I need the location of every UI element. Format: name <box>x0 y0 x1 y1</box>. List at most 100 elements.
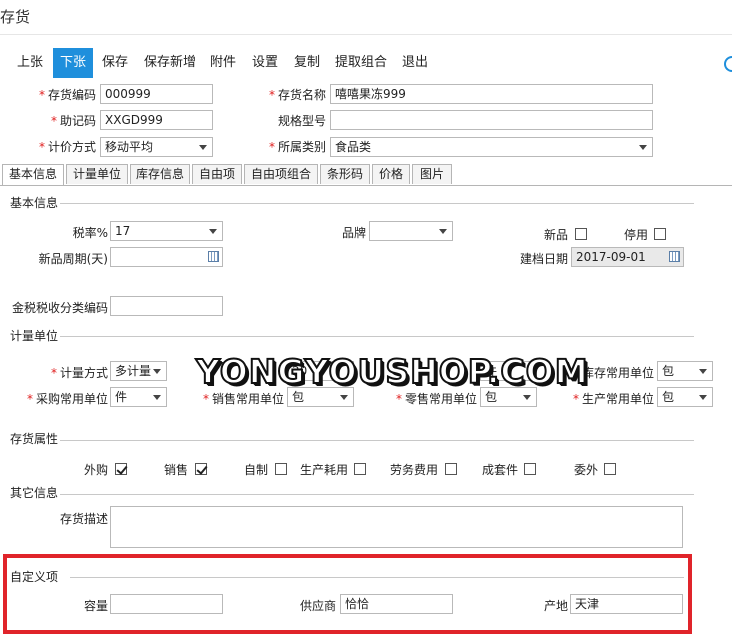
attr-labor-label: 劳务费用 <box>389 463 438 477</box>
tax-rate-select[interactable]: 17 <box>110 221 223 241</box>
attr-kit-checkbox[interactable] <box>524 463 536 475</box>
attachment-button[interactable]: 附件 <box>204 48 242 78</box>
sales-unit-label: * 销售常用单位 <box>202 392 284 406</box>
section-divider <box>60 203 694 204</box>
chevron-down-icon <box>153 369 161 374</box>
new-product-checkbox[interactable] <box>575 228 587 240</box>
new-product-label: 新品 <box>543 228 568 242</box>
supplier-input[interactable]: 恰恰 <box>340 594 453 614</box>
chevron-down-icon <box>439 229 447 234</box>
brand-select[interactable] <box>369 221 453 241</box>
new-cycle-input[interactable] <box>110 247 223 267</box>
attr-sales-label: 销售 <box>163 463 188 477</box>
chevron-down-icon <box>523 395 531 400</box>
attr-kit-label: 成套件 <box>481 463 518 477</box>
tab-stock-info[interactable]: 库存信息 <box>130 164 190 184</box>
attr-purchase-checkbox[interactable] <box>115 463 128 475</box>
next-button[interactable]: 下张 <box>53 48 93 78</box>
checkmark-icon <box>116 463 128 475</box>
tab-units[interactable]: 计量单位 <box>66 164 128 184</box>
category-select[interactable]: 食品类 <box>330 137 653 157</box>
attr-purchase-label: 外购 <box>83 463 108 477</box>
section-basic-title: 基本信息 <box>10 196 59 210</box>
origin-label: 产地 <box>543 599 568 613</box>
section-unit-title: 计量单位 <box>10 329 59 343</box>
prev-button[interactable]: 上张 <box>8 48 52 78</box>
chevron-down-icon <box>153 395 161 400</box>
calendar-icon[interactable] <box>208 251 219 262</box>
purchase-unit-select[interactable]: 件 <box>110 387 167 407</box>
mnemonic-label: * 助记码 <box>50 114 96 128</box>
tab-bar: 基本信息 计量单位 库存信息 自由项 自由项组合 条形码 价格 图片 <box>0 163 732 186</box>
watermark-logo: YONGYOUSHOP.COM <box>195 351 589 392</box>
tab-images[interactable]: 图片 <box>412 164 452 184</box>
attr-production-checkbox[interactable] <box>354 463 366 475</box>
tab-price[interactable]: 价格 <box>372 164 410 184</box>
code-label: * 存货编码 <box>38 88 96 102</box>
tax-code-label: 金税税收分类编码 <box>11 301 108 315</box>
tab-basic-info[interactable]: 基本信息 <box>2 164 64 185</box>
attr-production-label: 生产耗用 <box>299 463 348 477</box>
mnemonic-input[interactable]: XXGD999 <box>100 110 213 130</box>
created-date-label: 建档日期 <box>519 252 568 266</box>
section-attributes-title: 存货属性 <box>10 432 59 446</box>
attr-outsource-checkbox[interactable] <box>604 463 616 475</box>
copy-button[interactable]: 复制 <box>289 48 325 78</box>
chevron-down-icon <box>340 395 348 400</box>
spec-input[interactable] <box>330 110 653 130</box>
attr-self-made-label: 自制 <box>243 463 268 477</box>
code-input[interactable]: 000999 <box>100 84 213 104</box>
capacity-input[interactable] <box>110 594 223 614</box>
created-date-input: 2017-09-01 <box>571 247 684 267</box>
tax-code-input[interactable] <box>110 296 223 316</box>
save-and-new-button[interactable]: 保存新增 <box>140 48 200 78</box>
new-cycle-label: 新品周期(天) <box>38 252 108 266</box>
attr-outsource-label: 委外 <box>573 463 598 477</box>
calendar-icon <box>669 251 680 262</box>
tab-free-item-combo[interactable]: 自由项组合 <box>244 164 318 184</box>
production-unit-select[interactable]: 包 <box>657 387 713 407</box>
exit-button[interactable]: 退出 <box>396 48 434 78</box>
tab-barcode[interactable]: 条形码 <box>320 164 370 184</box>
chevron-down-icon <box>639 145 647 150</box>
section-divider <box>60 494 694 495</box>
chevron-down-icon <box>209 229 217 234</box>
tab-free-items[interactable]: 自由项 <box>192 164 242 184</box>
pricing-select[interactable]: 移动平均 <box>100 137 213 157</box>
chevron-down-icon <box>699 395 707 400</box>
section-custom-title: 自定义项 <box>10 570 59 584</box>
section-divider <box>60 440 694 441</box>
name-input[interactable]: 嘻嘻果冻999 <box>330 84 653 104</box>
measure-mode-select[interactable]: 多计量 <box>110 361 167 381</box>
save-button[interactable]: 保存 <box>96 48 134 78</box>
tax-rate-label: 税率% <box>72 226 108 240</box>
chevron-down-icon <box>199 145 207 150</box>
origin-input[interactable]: 天津 <box>570 594 683 614</box>
page-title: 存货 <box>0 8 31 26</box>
settings-button[interactable]: 设置 <box>247 48 283 78</box>
brand-label: 品牌 <box>341 226 366 240</box>
retail-unit-label: * 零售常用单位 <box>395 392 477 406</box>
help-icon[interactable] <box>724 56 732 72</box>
disabled-label: 停用 <box>623 228 648 242</box>
toolbar: 上张 下张 保存 保存新增 附件 设置 复制 提取组合 退出 <box>0 48 732 78</box>
supplier-label: 供应商 <box>299 599 336 613</box>
disabled-checkbox[interactable] <box>654 228 666 240</box>
description-label: 存货描述 <box>59 512 108 526</box>
extract-combo-button[interactable]: 提取组合 <box>331 48 391 78</box>
production-unit-label: * 生产常用单位 <box>572 392 654 406</box>
category-label: * 所属类别 <box>268 140 326 154</box>
spec-label: 规格型号 <box>277 114 326 128</box>
attr-sales-checkbox[interactable] <box>195 463 208 475</box>
section-divider <box>60 336 694 337</box>
attr-self-made-checkbox[interactable] <box>275 463 287 475</box>
section-other-title: 其它信息 <box>10 486 59 500</box>
section-divider <box>70 577 684 578</box>
measure-mode-label: * 计量方式 <box>50 366 108 380</box>
title-divider <box>0 34 732 35</box>
chevron-down-icon <box>699 369 707 374</box>
stock-unit-select[interactable]: 包 <box>657 361 713 381</box>
capacity-label: 容量 <box>83 599 108 613</box>
description-textarea[interactable] <box>110 506 683 548</box>
attr-labor-checkbox[interactable] <box>445 463 457 475</box>
